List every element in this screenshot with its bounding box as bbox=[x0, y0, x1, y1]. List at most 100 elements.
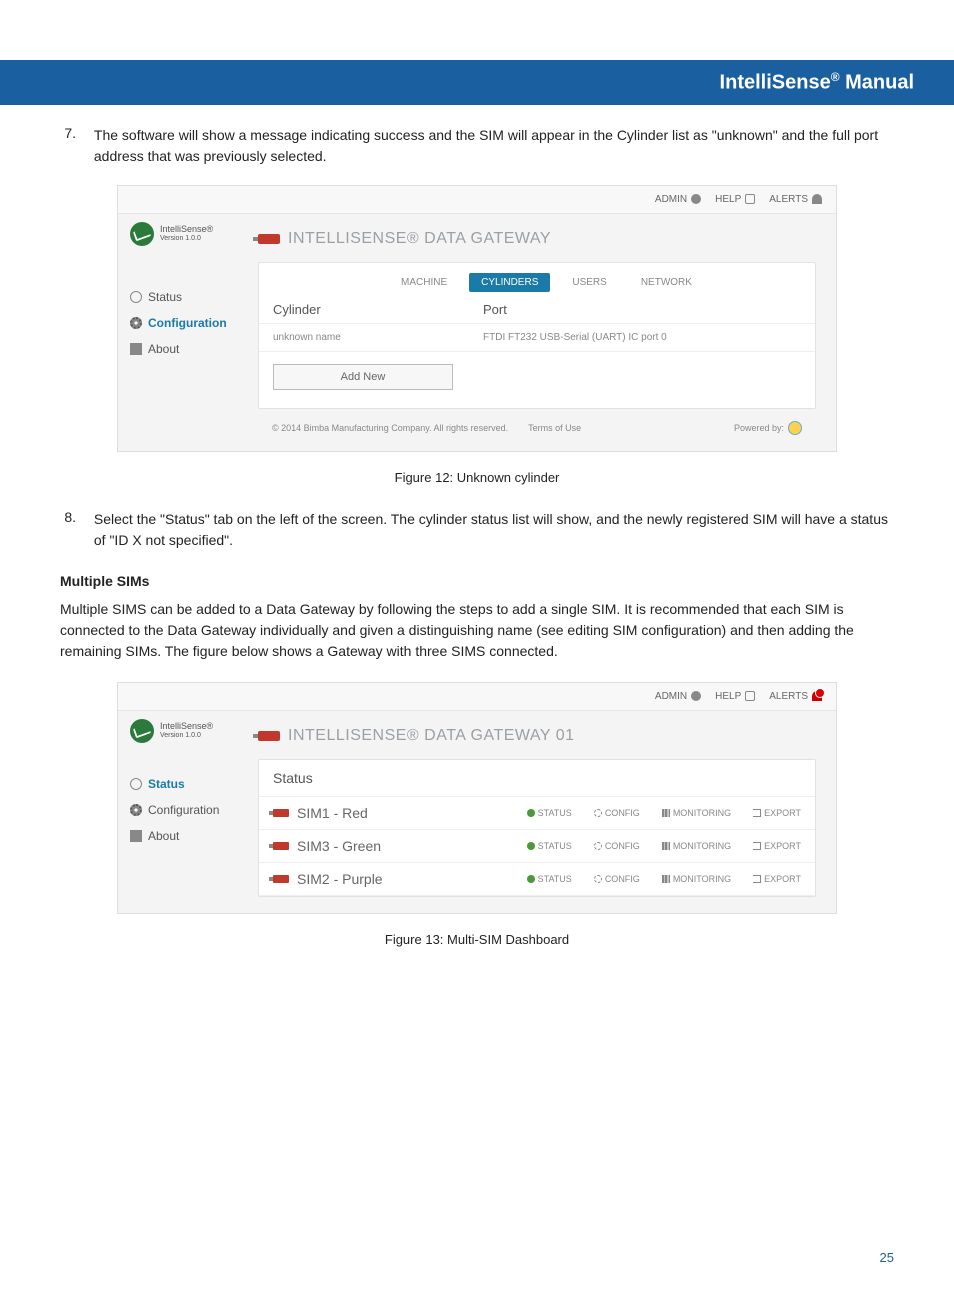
export-icon bbox=[753, 875, 761, 883]
shot2-logo-ver: Version 1.0.0 bbox=[160, 732, 213, 740]
cylinder-icon bbox=[258, 234, 280, 244]
action-export[interactable]: EXPORT bbox=[753, 841, 801, 851]
help-icon bbox=[745, 194, 755, 204]
col-port: Port bbox=[483, 302, 507, 317]
page-number: 25 bbox=[880, 1250, 894, 1265]
shot1-sidebar: IntelliSense® Version 1.0.0 Status Confi… bbox=[118, 214, 258, 451]
action-config[interactable]: CONFIG bbox=[594, 808, 640, 818]
footer-copyright: © 2014 Bimba Manufacturing Company. All … bbox=[272, 423, 508, 433]
sidebar-item-about[interactable]: About bbox=[130, 336, 258, 362]
shot2-logo-name: IntelliSense® bbox=[160, 722, 213, 732]
shot2-admin[interactable]: ADMIN bbox=[655, 691, 701, 702]
table-row[interactable]: unknown name FTDI FT232 USB-Serial (UART… bbox=[259, 324, 815, 352]
about-icon bbox=[130, 343, 142, 355]
clock-icon bbox=[130, 778, 142, 790]
status-row-sim3[interactable]: SIM3 - Green STATUS CONFIG MONITORING EX… bbox=[259, 830, 815, 863]
shot1-logo-ver: Version 1.0.0 bbox=[160, 235, 213, 243]
sidebar-item-status[interactable]: Status bbox=[130, 284, 258, 310]
shot1-alerts[interactable]: ALERTS bbox=[769, 194, 822, 205]
bimba-icon bbox=[788, 421, 802, 435]
shot1-logo: IntelliSense® Version 1.0.0 bbox=[130, 222, 258, 246]
sidebar-item-configuration[interactable]: Configuration bbox=[130, 797, 258, 823]
sim-icon bbox=[273, 842, 289, 850]
export-icon bbox=[753, 809, 761, 817]
cell-port: FTDI FT232 USB-Serial (UART) IC port 0 bbox=[483, 332, 667, 343]
sidebar-item-status[interactable]: Status bbox=[130, 771, 258, 797]
action-status[interactable]: STATUS bbox=[527, 841, 572, 851]
sim-icon bbox=[273, 875, 289, 883]
col-cylinder: Cylinder bbox=[273, 302, 483, 317]
sidebar-item-about[interactable]: About bbox=[130, 823, 258, 849]
step-7-text: The software will show a message indicat… bbox=[94, 125, 894, 167]
shot1-admin[interactable]: ADMIN bbox=[655, 194, 701, 205]
clock-icon bbox=[130, 291, 142, 303]
status-dot-icon bbox=[527, 809, 535, 817]
shot1-tabs: MACHINE CYLINDERS USERS NETWORK bbox=[259, 263, 815, 292]
doc-header: IntelliSense® Manual bbox=[0, 60, 954, 105]
shot1-footer: © 2014 Bimba Manufacturing Company. All … bbox=[258, 409, 816, 435]
shot2-logo: IntelliSense® Version 1.0.0 bbox=[130, 719, 258, 743]
monitoring-bars-icon bbox=[662, 875, 670, 883]
step-7-num: 7. bbox=[60, 125, 90, 141]
header-title-pre: IntelliSense bbox=[720, 72, 831, 94]
about-icon bbox=[130, 830, 142, 842]
config-gear-icon bbox=[594, 809, 602, 817]
footer-powered-by: Powered by: bbox=[734, 423, 784, 433]
header-title-post: Manual bbox=[840, 72, 914, 94]
footer-terms[interactable]: Terms of Use bbox=[528, 423, 581, 433]
status-row-sim1[interactable]: SIM1 - Red STATUS CONFIG MONITORING EXPO… bbox=[259, 797, 815, 830]
user-icon bbox=[691, 194, 701, 204]
action-export[interactable]: EXPORT bbox=[753, 874, 801, 884]
logo-icon bbox=[130, 222, 154, 246]
gear-icon bbox=[130, 317, 142, 329]
status-dot-icon bbox=[527, 842, 535, 850]
multiple-sims-heading: Multiple SIMs bbox=[60, 573, 894, 589]
shot2-help[interactable]: HELP bbox=[715, 691, 755, 702]
bell-alert-icon bbox=[812, 691, 822, 701]
bell-icon bbox=[812, 194, 822, 204]
cylinder-icon bbox=[258, 731, 280, 741]
status-row-sim2[interactable]: SIM2 - Purple STATUS CONFIG MONITORING E… bbox=[259, 863, 815, 896]
sim3-name: SIM3 - Green bbox=[297, 838, 381, 854]
sim1-name: SIM1 - Red bbox=[297, 805, 368, 821]
shot2-title: INTELLISENSE® DATA GATEWAY 01 bbox=[258, 727, 816, 745]
sim-icon bbox=[273, 809, 289, 817]
help-icon bbox=[745, 691, 755, 701]
action-monitoring[interactable]: MONITORING bbox=[662, 841, 731, 851]
shot2-sidebar: IntelliSense® Version 1.0.0 Status Confi… bbox=[118, 711, 258, 913]
add-new-button[interactable]: Add New bbox=[273, 364, 453, 390]
status-dot-icon bbox=[527, 875, 535, 883]
monitoring-bars-icon bbox=[662, 809, 670, 817]
gear-icon bbox=[130, 804, 142, 816]
step-8-text: Select the "Status" tab on the left of t… bbox=[94, 509, 894, 551]
shot1-table-header: Cylinder Port bbox=[259, 292, 815, 324]
figure-12-screenshot: ADMIN HELP ALERTS IntelliSense® Version … bbox=[117, 185, 837, 452]
shot1-title: INTELLISENSE® DATA GATEWAY bbox=[258, 230, 816, 248]
export-icon bbox=[753, 842, 761, 850]
header-title-sup: ® bbox=[831, 70, 840, 84]
shot1-logo-name: IntelliSense® bbox=[160, 225, 213, 235]
tab-network[interactable]: NETWORK bbox=[629, 273, 704, 292]
action-status[interactable]: STATUS bbox=[527, 874, 572, 884]
tab-cylinders[interactable]: CYLINDERS bbox=[469, 273, 550, 292]
action-export[interactable]: EXPORT bbox=[753, 808, 801, 818]
step-7: 7. The software will show a message indi… bbox=[60, 125, 894, 167]
tab-machine[interactable]: MACHINE bbox=[389, 273, 459, 292]
user-icon bbox=[691, 691, 701, 701]
action-config[interactable]: CONFIG bbox=[594, 841, 640, 851]
logo-icon bbox=[130, 719, 154, 743]
status-card-header: Status bbox=[259, 760, 815, 797]
monitoring-bars-icon bbox=[662, 842, 670, 850]
action-monitoring[interactable]: MONITORING bbox=[662, 808, 731, 818]
figure-13-screenshot: ADMIN HELP ALERTS IntelliSense® Version … bbox=[117, 682, 837, 914]
action-status[interactable]: STATUS bbox=[527, 808, 572, 818]
shot2-alerts[interactable]: ALERTS bbox=[769, 691, 822, 702]
tab-users[interactable]: USERS bbox=[560, 273, 618, 292]
step-8-num: 8. bbox=[60, 509, 90, 525]
sidebar-item-configuration[interactable]: Configuration bbox=[130, 310, 258, 336]
action-monitoring[interactable]: MONITORING bbox=[662, 874, 731, 884]
step-8: 8. Select the "Status" tab on the left o… bbox=[60, 509, 894, 551]
sim2-name: SIM2 - Purple bbox=[297, 871, 383, 887]
shot1-help[interactable]: HELP bbox=[715, 194, 755, 205]
action-config[interactable]: CONFIG bbox=[594, 874, 640, 884]
